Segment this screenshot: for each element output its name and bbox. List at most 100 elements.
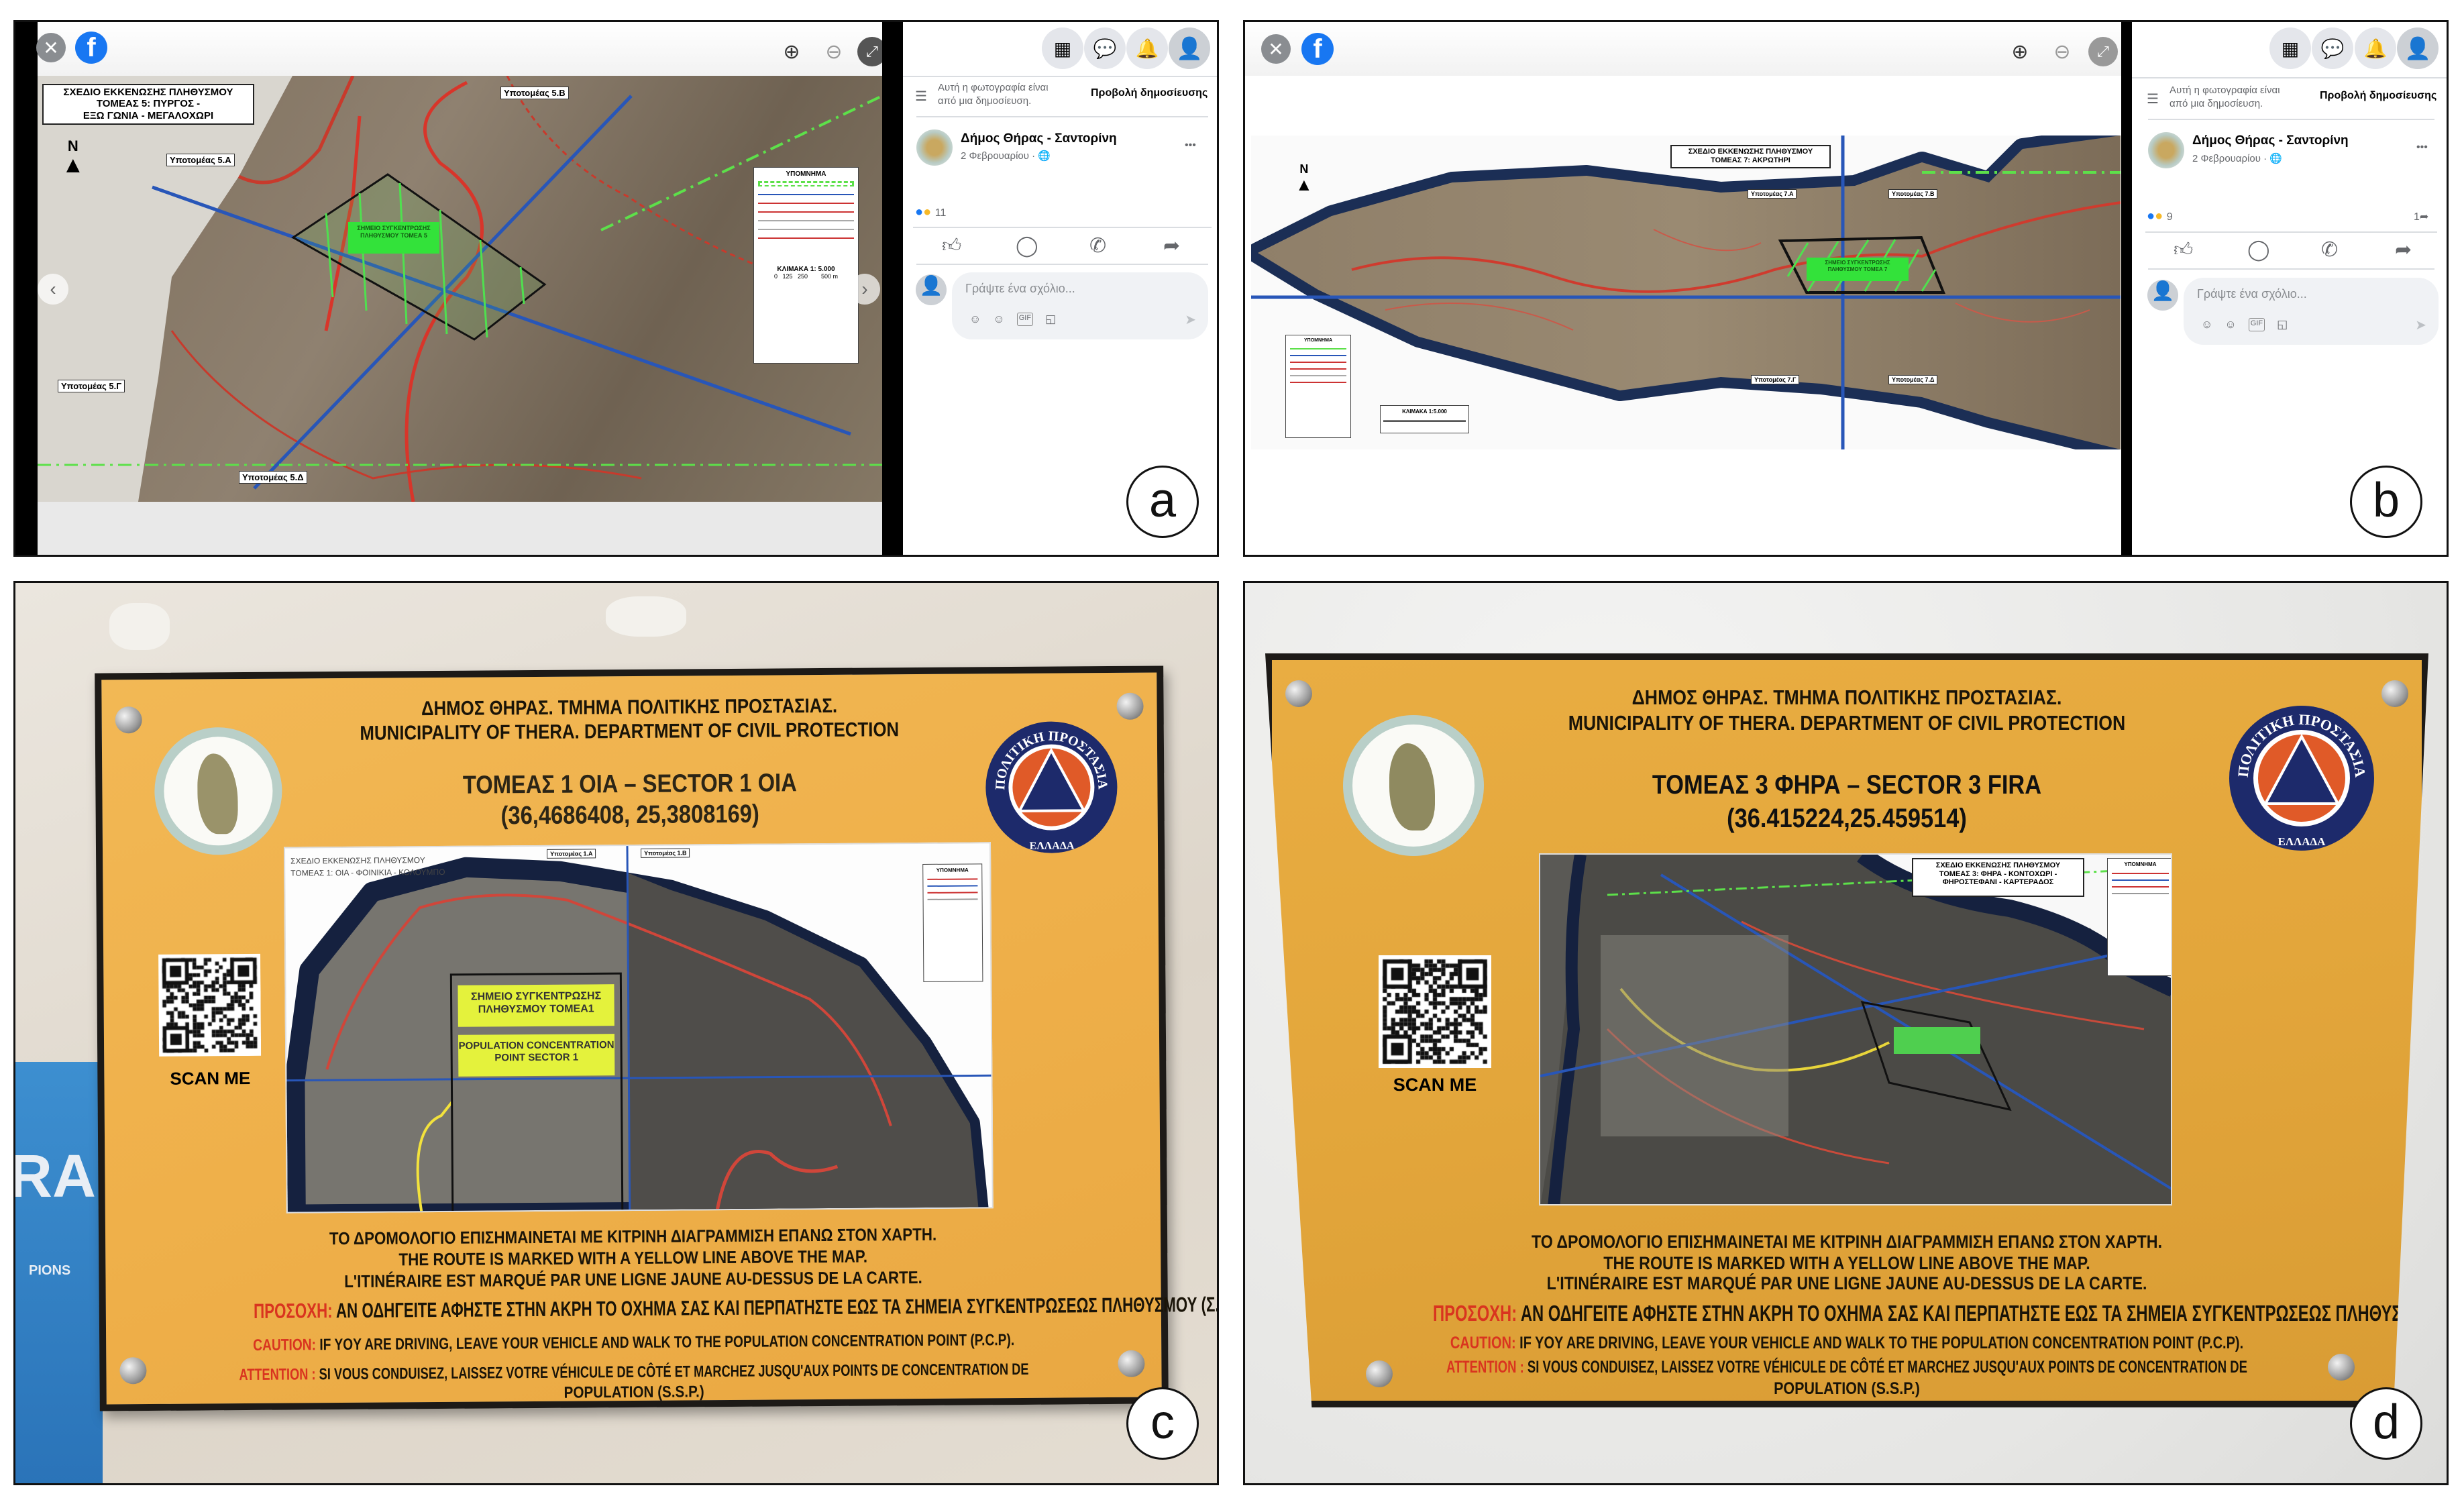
- divider: [913, 227, 1212, 228]
- sticker-icon[interactable]: ◱: [1045, 313, 1056, 326]
- municipality-seal-logo: [1343, 715, 1484, 856]
- sticker-icon[interactable]: ◱: [2277, 318, 2288, 331]
- emoji-icon[interactable]: ☺: [993, 313, 1004, 326]
- view-post-link[interactable]: Προβολή δημοσίευσης: [1091, 87, 1208, 99]
- close-viewer-button[interactable]: ✕: [1261, 34, 1291, 64]
- like-button[interactable]: 👍︎: [942, 234, 969, 258]
- messenger-icon: 💬: [2320, 38, 2345, 59]
- evacuation-map-sector-5[interactable]: ΣΧΕΔΙΟ ΕΚΚΕΝΩΣΗΣ ΠΛΗΘΥΣΜΟΥ ΤΟΜΕΑΣ 5: ΠΥΡ…: [38, 76, 882, 502]
- avatar-sticker-icon[interactable]: ☺: [969, 313, 981, 326]
- zoom-out-icon: ⊖: [2053, 40, 2071, 63]
- comment-button[interactable]: ◯: [2247, 238, 2274, 262]
- comment-input[interactable]: Γράψτε ένα σχόλιο... ☺ ☺ GIF ◱ ➤: [2184, 278, 2439, 345]
- avatar-sticker-icon[interactable]: ☺: [2201, 318, 2212, 331]
- page-name-link[interactable]: Δήμος Θήρας - Σαντορίνη: [2192, 133, 2349, 148]
- warning-greek: ΠΡΟΣΟΧΗ: ΑΝ ΟΔΗΓΕΙΤΕ ΑΦΗΣΤΕ ΣΤΗΝ ΑΚΡΗ ΤΟ…: [253, 1292, 1219, 1323]
- map-scale: ΚΛΙΜΑΚΑ 1:5.000: [1380, 405, 1469, 433]
- fullscreen-button[interactable]: ⤢: [2088, 37, 2118, 66]
- panel-c-sign-photo-oia: RA PIONS ΔΗΜΟΣ ΘΗΡΑΣ. ΤΜΗΜΑ ΠΟΛΙΤΙΚΗΣ ΠΡ…: [13, 581, 1219, 1485]
- more-options-button[interactable]: •••: [2416, 142, 2428, 154]
- concentration-point-label: ΣΗΜΕΙΟ ΣΥΓΚΕΝΤΡΩΣΗΣ ΠΛΗΘΥΣΜΟΥ ΤΟΜΕΑ 7: [1807, 258, 1909, 281]
- gif-icon[interactable]: GIF: [2248, 318, 2265, 331]
- emoji-icon[interactable]: ☺: [2225, 318, 2236, 331]
- comment-button[interactable]: ◯: [1016, 234, 1042, 258]
- civil-protection-sign: ΔΗΜΟΣ ΘΗΡΑΣ. ΤΜΗΜΑ ΠΟΛΙΤΙΚΗΣ ΠΡΟΣΤΑΣΙΑΣ.…: [1265, 653, 2428, 1407]
- gif-icon[interactable]: GIF: [1016, 313, 1034, 326]
- page-avatar[interactable]: [2148, 132, 2184, 168]
- map-graphics: [1251, 136, 2121, 449]
- menu-button[interactable]: ▦: [1042, 28, 1083, 69]
- map-title-box: ΣΧΕΔΙΟ ΕΚΚΕΝΩΣΗΣ ΠΛΗΘΥΣΜΟΥ ΤΟΜΕΑΣ 3: ΦΗΡΑ…: [1912, 858, 2084, 897]
- page-avatar[interactable]: [916, 129, 953, 166]
- whatsapp-share-button[interactable]: ✆: [1089, 234, 1116, 258]
- account-button[interactable]: 👤: [1169, 28, 1210, 69]
- divider: [2145, 231, 2437, 233]
- reaction-count: 9: [2166, 211, 2173, 223]
- warning-english: CAUTION: IF YOY ARE DRIVING, LEAVE YOUR …: [1450, 1334, 2244, 1352]
- qr-code[interactable]: [158, 953, 262, 1057]
- subsector-label: Υποτομέας 7.Δ: [1888, 375, 1938, 384]
- close-viewer-button[interactable]: ✕: [36, 33, 66, 62]
- messenger-button[interactable]: 💬: [2312, 28, 2353, 69]
- messenger-icon: 💬: [1093, 38, 1117, 59]
- subsector-label: Υποτομέας 7.Α: [1748, 189, 1797, 199]
- grid-menu-icon: ▦: [1053, 38, 1072, 59]
- account-button[interactable]: 👤: [2397, 28, 2439, 69]
- zoom-out-button[interactable]: ⊖: [819, 37, 849, 66]
- notifications-button[interactable]: 🔔: [2355, 28, 2396, 69]
- warning-english: CAUTION: IF YOY ARE DRIVING, LEAVE YOUR …: [253, 1331, 1015, 1354]
- messenger-button[interactable]: 💬: [1084, 28, 1126, 69]
- sector-coordinates: (36.415224,25.459514): [1727, 804, 1967, 833]
- divider: [2132, 77, 2447, 78]
- send-icon[interactable]: ➤: [1185, 311, 1196, 328]
- close-icon: ✕: [1268, 38, 1284, 60]
- qr-code[interactable]: [1379, 955, 1491, 1068]
- municipality-seal-logo: [154, 727, 283, 855]
- next-photo-button[interactable]: ›: [849, 274, 880, 305]
- zoom-out-button[interactable]: ⊖: [2047, 37, 2077, 66]
- reaction-count: 11: [934, 207, 947, 219]
- whatsapp-icon: ✆: [2321, 239, 2339, 261]
- commenter-avatar[interactable]: 👤: [2147, 280, 2178, 311]
- send-icon[interactable]: ➤: [2415, 317, 2426, 333]
- map-legend: ΥΠΟΜΝΗΜΑ: [1285, 335, 1351, 438]
- facebook-logo-icon[interactable]: f: [1301, 33, 1334, 65]
- share-button[interactable]: ➦: [2395, 238, 2422, 262]
- page-name-link[interactable]: Δήμος Θήρας - Σαντορίνη: [961, 131, 1117, 146]
- notifications-button[interactable]: 🔔: [1126, 28, 1168, 69]
- scan-me-label: SCAN ME: [1393, 1075, 1477, 1095]
- viewer-top-bar: [1245, 22, 2121, 76]
- like-reaction-icon: ●: [2147, 209, 2155, 223]
- panel-a-facebook-photo-viewer: ΣΧΕΔΙΟ ΕΚΚΕΝΩΣΗΣ ΠΛΗΘΥΣΜΟΥ ΤΟΜΕΑΣ 5: ΠΥΡ…: [13, 20, 1219, 557]
- share-count[interactable]: 1➦: [2414, 210, 2428, 223]
- photo-area: ΣΧΕΔΙΟ ΕΚΚΕΝΩΣΗΣ ΠΛΗΘΥΣΜΟΥ ΤΟΜΕΑΣ 7: ΑΚΡΩ…: [1245, 22, 2121, 555]
- commenter-avatar[interactable]: 👤: [916, 274, 947, 305]
- divider: [2148, 119, 2434, 120]
- view-post-link[interactable]: Προβολή δημοσίευσης: [2320, 90, 2436, 102]
- share-button[interactable]: ➦: [1163, 234, 1190, 258]
- island-icon: [1389, 743, 1435, 830]
- comment-bubble-icon: ◯: [2247, 239, 2270, 261]
- care-reaction-icon: ●: [923, 205, 932, 219]
- like-button[interactable]: 👍︎: [2174, 238, 2200, 262]
- map-graphics: [1540, 855, 2171, 1204]
- screw: [1285, 680, 1312, 707]
- evacuation-map-sector-7[interactable]: ΣΧΕΔΙΟ ΕΚΚΕΝΩΣΗΣ ΠΛΗΘΥΣΜΟΥ ΤΟΜΕΑΣ 7: ΑΚΡΩ…: [1251, 136, 2121, 449]
- zoom-in-button[interactable]: ⊕: [2005, 37, 2035, 66]
- facebook-logo-icon[interactable]: f: [75, 32, 107, 64]
- post-info-text: Αυτή η φωτογραφία είναι από μια δημοσίευσ…: [938, 82, 1049, 107]
- zoom-in-button[interactable]: ⊕: [777, 37, 806, 66]
- whatsapp-share-button[interactable]: ✆: [2321, 238, 2348, 262]
- zoom-out-icon: ⊖: [825, 40, 843, 63]
- map-legend: ΥΠΟΜΝΗΜΑ: [2107, 858, 2171, 976]
- previous-photo-button[interactable]: ‹: [38, 274, 68, 305]
- more-options-button[interactable]: •••: [1185, 140, 1196, 152]
- comment-input[interactable]: Γράψτε ένα σχόλιο... ☺ ☺ GIF ◱ ➤: [952, 272, 1208, 339]
- close-icon: ✕: [43, 37, 59, 58]
- sector-title: ΤΟΜΕΑΣ 3 ΦΗΡΑ – SECTOR 3 FIRA: [1652, 770, 2042, 800]
- reactions[interactable]: ●● 9: [2147, 209, 2173, 224]
- reactions[interactable]: ●● 11: [915, 205, 946, 220]
- menu-button[interactable]: ▦: [2269, 28, 2311, 69]
- map-title: ΣΧΕΔΙΟ ΕΚΚΕΝΩΣΗΣ ΠΛΗΘΥΣΜΟΥ ΤΟΜΕΑΣ 1: ΟΙΑ …: [290, 855, 445, 878]
- comment-placeholder: Γράψτε ένα σχόλιο...: [2197, 287, 2307, 301]
